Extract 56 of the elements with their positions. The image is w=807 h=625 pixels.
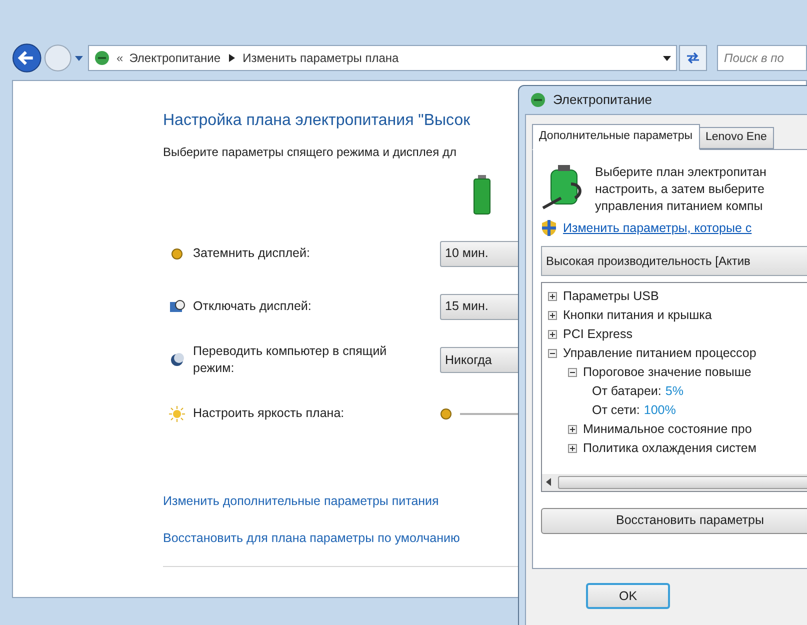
breadcrumb[interactable]: Изменить параметры плана xyxy=(242,49,399,67)
expand-icon[interactable] xyxy=(568,444,577,453)
dim-sun-icon xyxy=(440,408,452,420)
tree-item[interactable]: Минимальное состояние про xyxy=(583,420,752,439)
moon-icon xyxy=(169,352,185,368)
setting-label: Затемнить дисплей: xyxy=(193,245,311,262)
refresh-icon xyxy=(685,51,702,65)
shield-icon xyxy=(541,219,557,238)
tree-item[interactable]: Кнопки питания и крышка xyxy=(563,306,712,325)
restore-defaults-button[interactable]: Восстановить параметры xyxy=(541,508,807,534)
breadcrumb[interactable]: Электропитание xyxy=(129,49,221,67)
scrollbar-thumb[interactable] xyxy=(558,476,807,489)
address-bar[interactable]: « Электропитание Изменить параметры плана xyxy=(88,45,678,71)
refresh-button[interactable] xyxy=(679,45,707,71)
dialog-title: Электропитание xyxy=(553,91,652,110)
setting-label: Переводить компьютер в спящий режим: xyxy=(193,343,388,377)
expand-icon[interactable] xyxy=(548,330,557,339)
back-button[interactable] xyxy=(12,43,42,73)
collapse-icon[interactable] xyxy=(548,348,557,358)
setting-value[interactable]: 100% xyxy=(644,400,676,420)
tree-item[interactable]: PCI Express xyxy=(563,324,632,344)
tree-item[interactable]: Параметры USB xyxy=(563,286,659,306)
change-settings-link[interactable]: Изменить параметры, которые с xyxy=(563,219,752,238)
chevron-icon[interactable] xyxy=(228,54,235,62)
breadcrumb-overflow[interactable]: « xyxy=(116,49,124,67)
tree-item[interactable]: Пороговое значение повыше xyxy=(583,362,752,382)
link[interactable]: Восстановить для плана параметры по умолчанию xyxy=(163,528,460,548)
display-clock-icon xyxy=(169,298,185,314)
collapse-icon[interactable] xyxy=(568,368,577,377)
dim-display-icon xyxy=(169,246,185,262)
expand-icon[interactable] xyxy=(548,292,557,301)
setting-label: Отключать дисплей: xyxy=(193,298,312,315)
power-options-icon xyxy=(529,91,547,109)
setting-value[interactable]: 5% xyxy=(665,382,684,401)
caret-icon[interactable] xyxy=(662,53,672,63)
battery-icon xyxy=(473,175,491,215)
sun-icon xyxy=(169,406,185,422)
ok-button[interactable]: OK xyxy=(586,583,670,609)
plan-dropdown[interactable]: Высокая производительность [Актив xyxy=(541,246,807,276)
intro-text: Выберите план электропитан настроить, а затем выберите управления питанием компы xyxy=(595,164,766,215)
link[interactable]: Изменить дополнительные параметры питания xyxy=(163,492,439,511)
tab[interactable]: Дополнительные параметры xyxy=(532,124,700,150)
setting-label: Настроить яркость плана: xyxy=(193,405,346,422)
setting-name: От сети: xyxy=(592,402,640,419)
expand-icon[interactable] xyxy=(548,310,557,320)
power-options-icon xyxy=(92,49,110,67)
page-subtitle: Выберите параметры спящего режима и дисплея дл xyxy=(163,144,458,161)
horizontal-scrollbar[interactable] xyxy=(542,474,807,491)
expand-icon[interactable] xyxy=(568,424,577,434)
scroll-left-icon[interactable] xyxy=(546,478,552,486)
tree-item[interactable]: Управление питанием процессор xyxy=(563,344,756,363)
setting-name: От батареи: xyxy=(592,382,662,400)
tab[interactable]: Lenovo Ene xyxy=(700,127,774,149)
search-field[interactable]: Поиск в по xyxy=(717,45,807,71)
page-title: Настройка плана электропитания "Высок xyxy=(163,111,472,131)
tree-item[interactable]: Политика охлаждения систем xyxy=(583,438,756,458)
